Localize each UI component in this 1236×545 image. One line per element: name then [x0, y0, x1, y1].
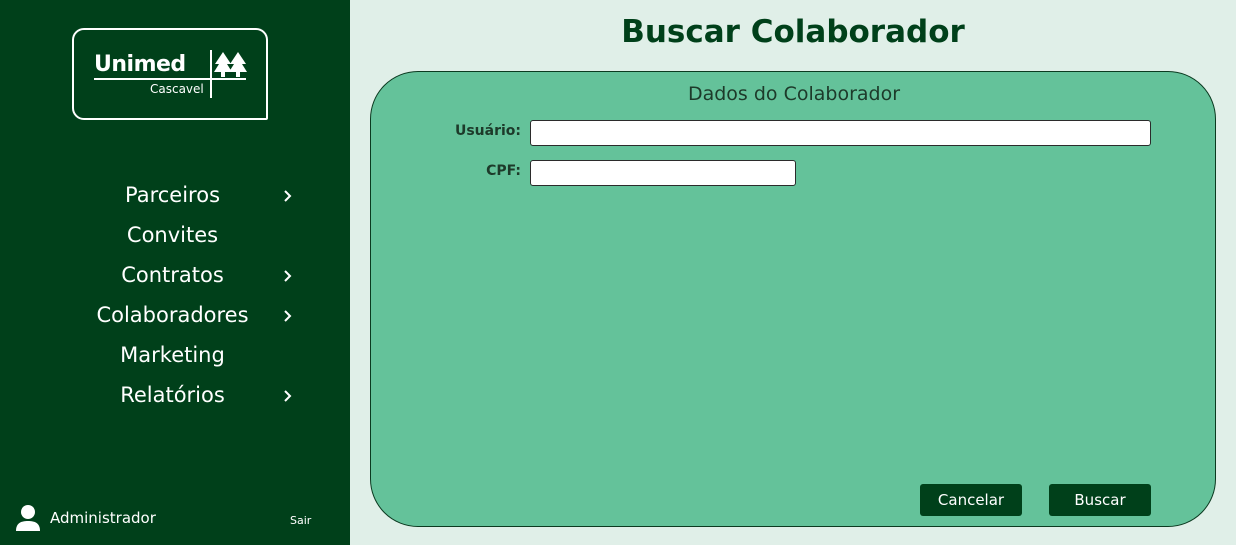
cpf-label: CPF:	[486, 163, 521, 179]
user-name: Administrador	[50, 509, 156, 527]
chevron-right-icon	[284, 270, 292, 282]
logo-divider	[210, 50, 212, 98]
page-title: Buscar Colaborador	[621, 14, 965, 50]
usuario-label: Usuário:	[454, 123, 521, 139]
logo-underline	[94, 78, 246, 80]
cancel-button[interactable]: Cancelar	[920, 484, 1022, 516]
sidebar-item-colaboradores[interactable]: Colaboradores	[0, 295, 350, 335]
sidebar-item-relatorios[interactable]: Relatórios	[0, 375, 350, 415]
sidebar-item-label: Convites	[126, 223, 219, 247]
search-button[interactable]: Buscar	[1049, 484, 1151, 516]
chevron-right-icon	[284, 310, 292, 322]
form-section-title: Dados do Colaborador	[687, 83, 901, 105]
sidebar-item-convites[interactable]: Convites	[0, 215, 350, 255]
sidebar-item-contratos[interactable]: Contratos	[0, 255, 350, 295]
sidebar: Unimed Cascavel Parceiros Convites Contr…	[0, 0, 350, 545]
usuario-input[interactable]	[530, 120, 1151, 146]
cpf-input[interactable]	[530, 160, 796, 186]
logo-wordmark: Unimed	[94, 52, 186, 77]
logo-city: Cascavel	[150, 82, 204, 96]
sidebar-item-label: Marketing	[120, 343, 225, 367]
unimed-trees-icon	[214, 52, 247, 77]
chevron-right-icon	[284, 390, 292, 402]
logout-link[interactable]: Sair	[290, 514, 311, 527]
search-form-panel: Dados do Colaborador Usuário: CPF: Cance…	[370, 71, 1216, 527]
sidebar-menu: Parceiros Convites Contratos Colaborador…	[0, 175, 350, 415]
user-icon	[16, 505, 40, 531]
sidebar-item-marketing[interactable]: Marketing	[0, 335, 350, 375]
chevron-right-icon	[284, 190, 292, 202]
unimed-logo[interactable]: Unimed Cascavel	[72, 28, 268, 120]
sidebar-item-parceiros[interactable]: Parceiros	[0, 175, 350, 215]
